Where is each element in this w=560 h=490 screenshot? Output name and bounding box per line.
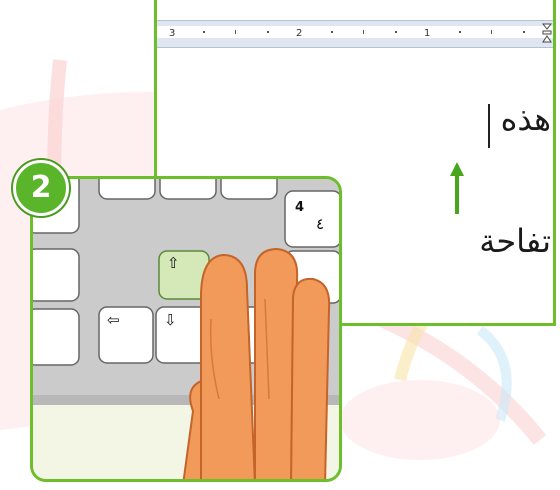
key-left-middle[interactable] [33, 248, 80, 302]
up-arrow-icon [450, 162, 464, 214]
ruler-dot [395, 31, 397, 33]
ruler-tick [235, 30, 236, 34]
ruler-dot [459, 31, 461, 33]
keyboard-illustration: 4 ٤ ⇧ ⇦ ⇩ [30, 176, 342, 482]
ruler-dot [267, 31, 269, 33]
key-4-label-ar: ٤ [316, 215, 325, 233]
ruler-tick [491, 30, 492, 34]
ruler-dot [331, 31, 333, 33]
ruler: 3 2 1 [157, 20, 553, 48]
ruler-dot [203, 31, 205, 33]
document-text-line-2[interactable]: تفاحة [479, 222, 551, 260]
window-top-edge [157, 0, 553, 20]
key-4-label-en: 4 [295, 200, 305, 215]
ruler-number: 1 [424, 28, 431, 39]
key-4[interactable] [284, 190, 341, 248]
ruler-dot [523, 31, 525, 33]
ruler-tick [363, 30, 364, 34]
step-number-badge: 2 [13, 160, 69, 216]
document-text-line-1[interactable]: هذه [501, 100, 551, 138]
arrow-down-icon: ⇩ [164, 311, 177, 329]
ruler-strip: 3 2 1 [157, 26, 553, 39]
text-cursor [488, 104, 490, 148]
hand-illustration [182, 247, 331, 479]
ruler-number: 3 [169, 28, 176, 39]
arrow-up-icon: ⇧ [167, 254, 180, 272]
key-left-bottom[interactable] [33, 308, 80, 366]
arrow-left-icon: ⇦ [107, 311, 120, 329]
keyboard-graphic [33, 179, 341, 479]
indent-marker-icon[interactable] [542, 23, 552, 43]
ruler-number: 2 [296, 28, 303, 39]
